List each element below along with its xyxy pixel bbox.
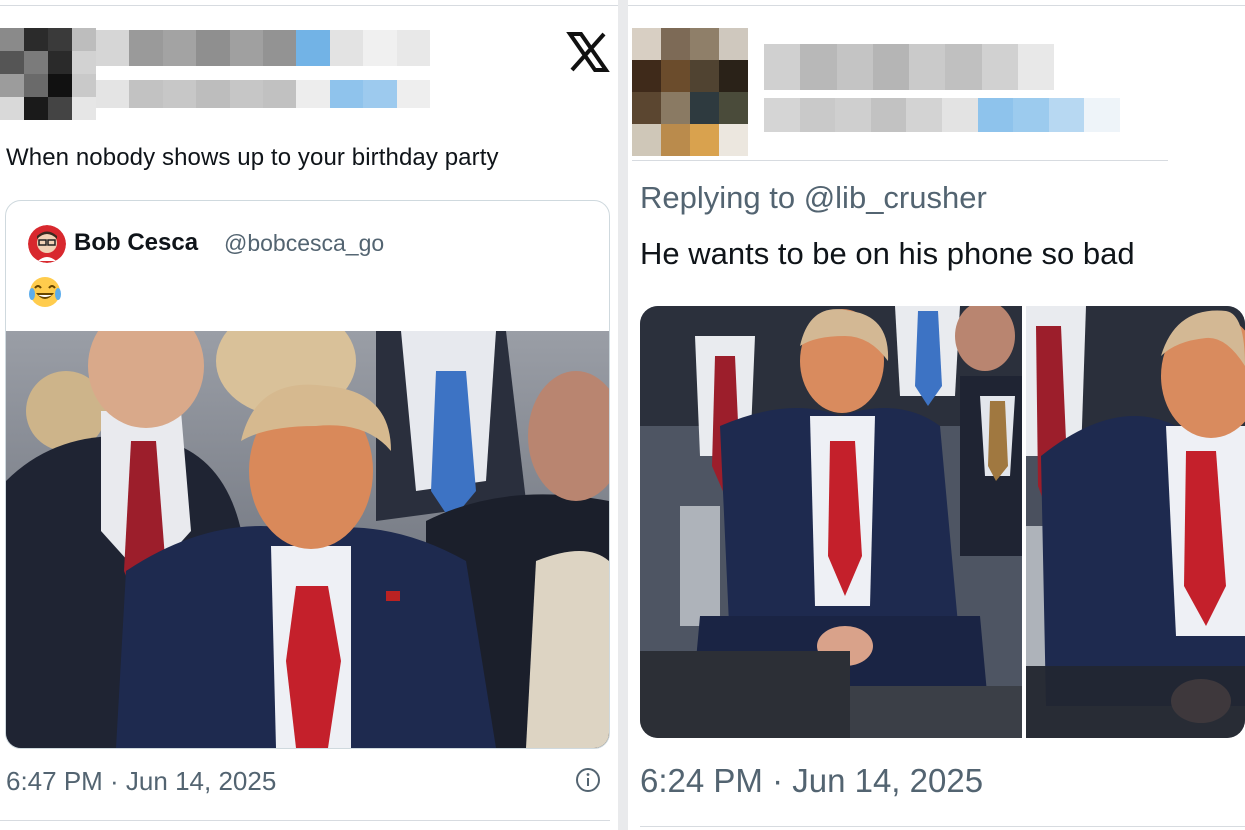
- right-tweet-card: Replying to @lib_crusher He wants to be …: [628, 0, 1245, 830]
- redacted-avatar: [632, 28, 748, 156]
- card-top-border: [628, 5, 1245, 6]
- info-icon[interactable]: [574, 766, 602, 794]
- tweet-photo-2[interactable]: [1026, 306, 1245, 738]
- laughing-crying-emoji-icon: [29, 277, 61, 307]
- bottom-divider: [0, 820, 610, 821]
- redacted-display-name: [764, 44, 1054, 90]
- redacted-display-name: [96, 30, 430, 66]
- tweet-text: He wants to be on his phone so bad: [640, 236, 1135, 271]
- redacted-handle: [96, 80, 430, 108]
- quoted-tweet-photo[interactable]: [6, 331, 609, 748]
- x-logo-icon: [566, 32, 610, 72]
- tweet-timestamp[interactable]: 6:47 PM · Jun 14, 2025: [6, 766, 276, 797]
- redacted-avatar: [0, 28, 96, 120]
- quoted-author-name[interactable]: Bob Cesca: [74, 229, 198, 257]
- bottom-divider: [640, 826, 1245, 827]
- quoted-tweet[interactable]: Bob Cesca @bobcesca_go: [5, 200, 610, 749]
- redacted-handle: [764, 98, 1120, 132]
- card-top-border: [0, 5, 618, 6]
- left-tweet-card: When nobody shows up to your birthday pa…: [0, 0, 618, 830]
- tweet-text: When nobody shows up to your birthday pa…: [6, 144, 499, 171]
- replying-to-text[interactable]: Replying to @lib_crusher: [640, 180, 987, 216]
- tweet-timestamp[interactable]: 6:24 PM · Jun 14, 2025: [640, 762, 983, 800]
- quoted-author-handle[interactable]: @bobcesca_go: [224, 230, 384, 257]
- tweet-photo-1[interactable]: [640, 306, 1022, 738]
- quoted-author-avatar[interactable]: [28, 225, 66, 263]
- header-divider: [632, 160, 1168, 161]
- tweet-media-grid: [640, 306, 1245, 738]
